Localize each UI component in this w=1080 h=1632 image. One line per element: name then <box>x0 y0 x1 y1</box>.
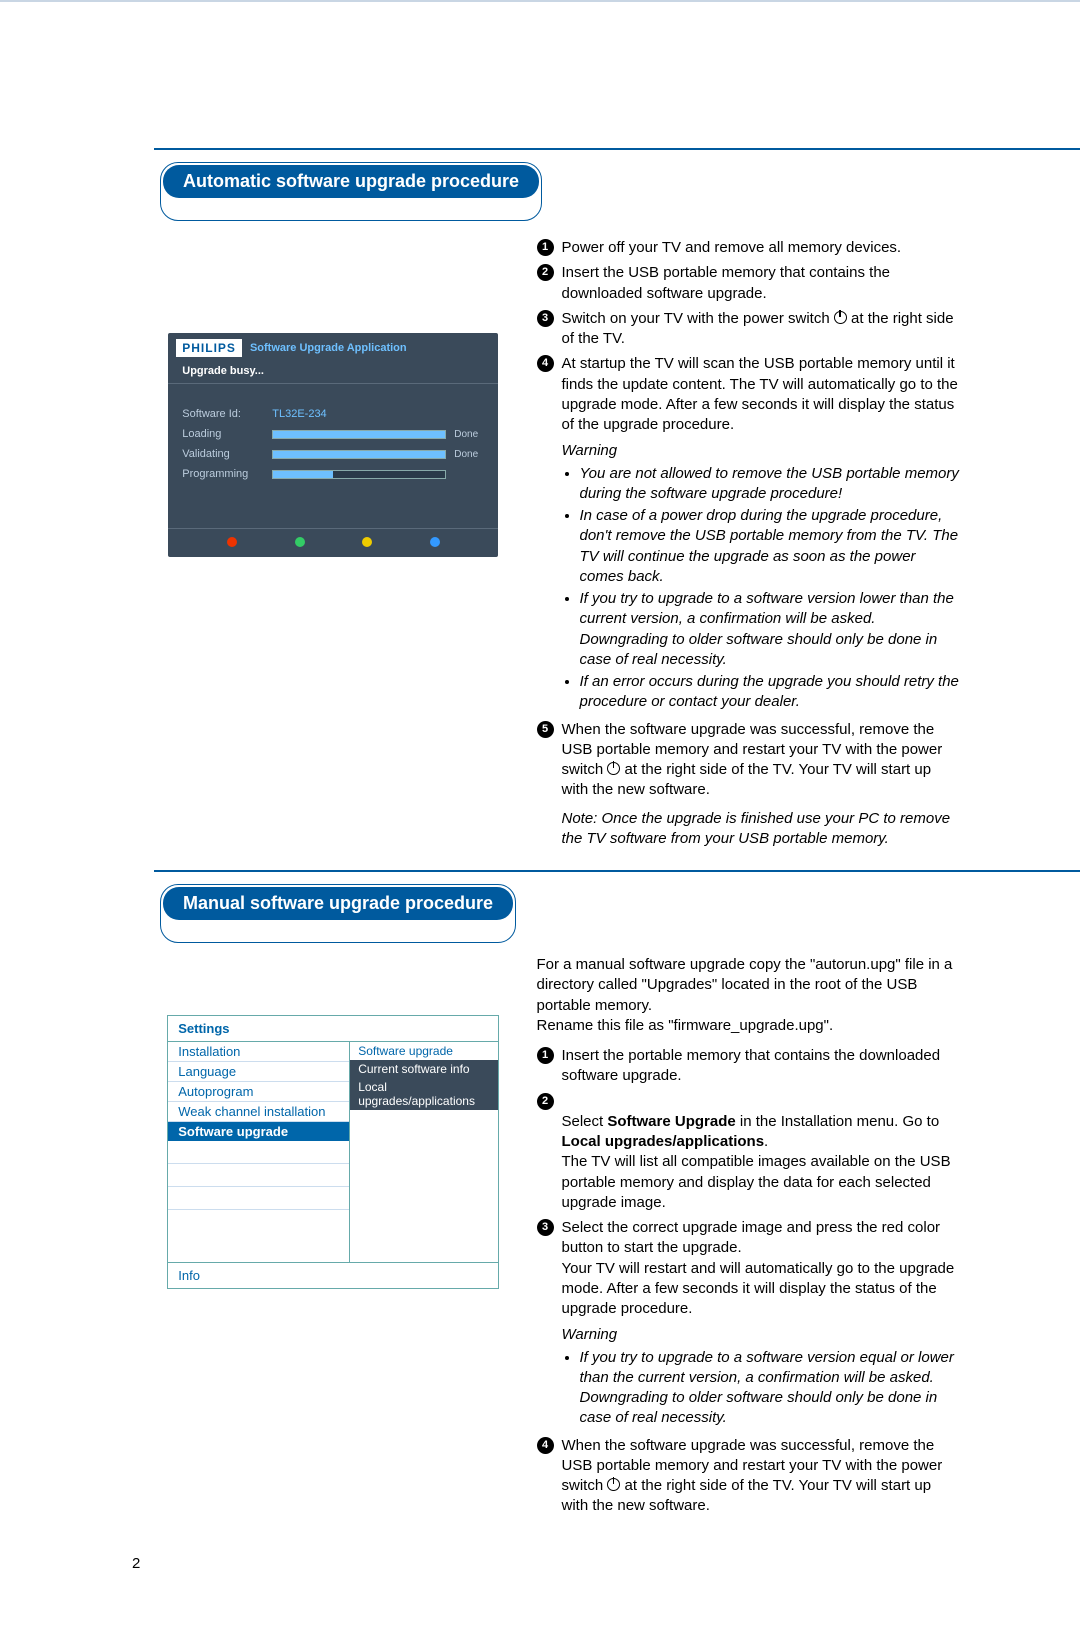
step-badge-4: 4 <box>537 1437 554 1454</box>
step-4-text: At startup the TV will scan the USB port… <box>562 354 961 435</box>
menu-item-weak-channel[interactable]: Weak channel installation <box>168 1102 349 1122</box>
tv-app-title: Software Upgrade Application <box>250 342 407 354</box>
step-badge-1: 1 <box>537 239 554 256</box>
settings-menu-header: Settings <box>168 1016 498 1042</box>
submenu-item-local-upgrades[interactable]: Local upgrades/applications <box>350 1078 498 1110</box>
tv-programming-row: Programming <box>182 468 484 480</box>
green-dot-icon <box>295 537 305 547</box>
tv-validating-row: Validating Done <box>182 448 484 460</box>
settings-menu-right: Software upgrade Current software info L… <box>350 1042 498 1262</box>
programming-bar <box>272 470 446 479</box>
section-header-auto: Automatic software upgrade procedure <box>160 162 960 221</box>
m-warning-list: If you try to upgrade to a software vers… <box>562 1348 961 1429</box>
section-header-manual: Manual software upgrade procedure <box>160 884 960 943</box>
yellow-dot-icon <box>362 537 372 547</box>
m-step-1: Insert the portable memory that contains… <box>562 1046 961 1087</box>
menu-item-autoprogram[interactable]: Autoprogram <box>168 1082 349 1102</box>
power-icon <box>607 1478 620 1491</box>
section1-steps: 1 Power off your TV and remove all memor… <box>537 233 961 854</box>
m-warning-label: Warning <box>562 1325 961 1345</box>
m-step-3: Select the correct upgrade image and pre… <box>562 1218 961 1319</box>
submenu-item-current-info[interactable]: Current software info <box>350 1060 498 1078</box>
step-1-text: Power off your TV and remove all memory … <box>562 238 961 258</box>
validating-bar <box>272 450 446 459</box>
power-icon <box>607 762 620 775</box>
menu-item-software-upgrade[interactable]: Software upgrade <box>168 1122 349 1141</box>
warning-label: Warning <box>562 441 961 461</box>
settings-menu: Settings Installation Language Autoprogr… <box>167 1015 499 1289</box>
section1-columns: PHILIPS Software Upgrade Application Upg… <box>160 233 960 854</box>
step-badge-5: 5 <box>537 721 554 738</box>
step-badge-2: 2 <box>537 1093 554 1110</box>
tv-loading-row: Loading Done <box>182 428 484 440</box>
programming-label: Programming <box>182 468 264 480</box>
blue-dot-icon <box>430 537 440 547</box>
m-step-2: Select Software Upgrade in the Installat… <box>562 1092 961 1214</box>
menu-item-installation[interactable]: Installation <box>168 1042 349 1062</box>
warning-item: If you try to upgrade to a software vers… <box>580 1348 961 1429</box>
settings-menu-footer: Info <box>168 1262 498 1288</box>
software-id-value: TL32E-234 <box>272 408 326 420</box>
loading-label: Loading <box>182 428 264 440</box>
step-badge-3: 3 <box>537 310 554 327</box>
warning-item: In case of a power drop during the upgra… <box>580 506 961 587</box>
step-badge-4: 4 <box>537 355 554 372</box>
section2-steps: For a manual software upgrade copy the "… <box>537 955 961 1522</box>
warning-item: You are not allowed to remove the USB po… <box>580 464 961 505</box>
step-2-text: Insert the USB portable memory that cont… <box>562 263 961 304</box>
software-id-label: Software Id: <box>182 408 264 420</box>
submenu-item-software-upgrade[interactable]: Software upgrade <box>350 1042 498 1060</box>
warning-item: If an error occurs during the upgrade yo… <box>580 672 961 713</box>
menu-item-language[interactable]: Language <box>168 1062 349 1082</box>
tv-upgrade-screen: PHILIPS Software Upgrade Application Upg… <box>168 333 498 557</box>
section-title-auto: Automatic software upgrade procedure <box>163 165 539 198</box>
power-icon <box>834 311 847 324</box>
loading-done: Done <box>454 429 484 440</box>
section-title-manual: Manual software upgrade procedure <box>163 887 513 920</box>
step-5-note: Note: Once the upgrade is finished use y… <box>562 809 961 850</box>
section2-columns: Settings Installation Language Autoprogr… <box>160 955 960 1522</box>
manual-page: Automatic software upgrade procedure PHI… <box>0 0 1080 1632</box>
tv-software-id-row: Software Id: TL32E-234 <box>182 408 484 420</box>
warning-item: If you try to upgrade to a software vers… <box>580 589 961 670</box>
m-step-4: When the software upgrade was successful… <box>562 1436 961 1517</box>
section2-intro: For a manual software upgrade copy the "… <box>537 955 961 1036</box>
tv-color-dots <box>168 528 498 557</box>
red-dot-icon <box>227 537 237 547</box>
step-badge-3: 3 <box>537 1219 554 1236</box>
step-badge-1: 1 <box>537 1047 554 1064</box>
settings-menu-left: Installation Language Autoprogram Weak c… <box>168 1042 350 1262</box>
validating-done: Done <box>454 449 484 460</box>
loading-bar <box>272 430 446 439</box>
validating-label: Validating <box>182 448 264 460</box>
brand-logo: PHILIPS <box>176 339 242 357</box>
warning-list: You are not allowed to remove the USB po… <box>562 464 961 713</box>
page-number: 2 <box>132 1555 140 1572</box>
tv-status-text: Upgrade busy... <box>168 363 498 384</box>
step-badge-2: 2 <box>537 264 554 281</box>
step-3-text: Switch on your TV with the power switch … <box>562 309 961 350</box>
